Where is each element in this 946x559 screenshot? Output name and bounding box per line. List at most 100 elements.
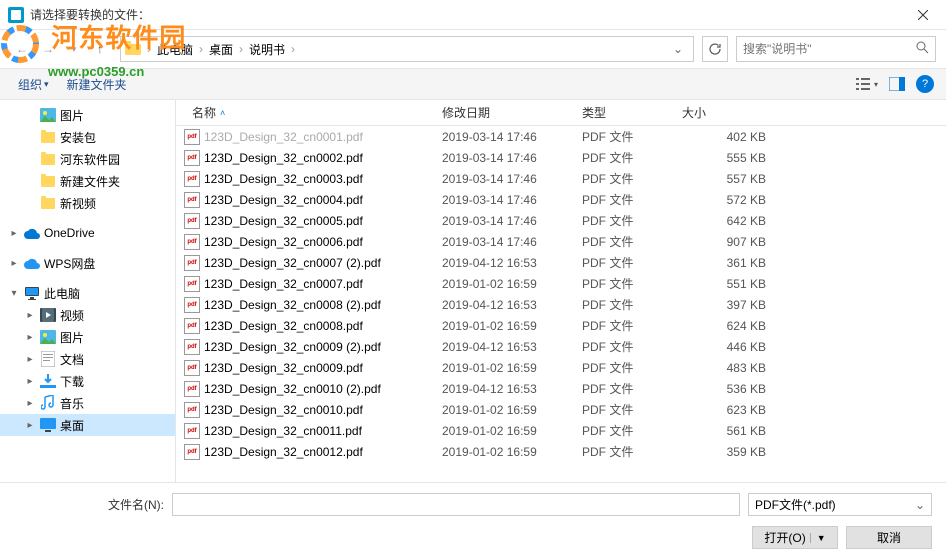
sidebar-item[interactable]: ▸OneDrive (0, 222, 175, 244)
open-button[interactable]: 打开(O)▼ (752, 526, 838, 549)
back-button[interactable]: ← (10, 37, 34, 61)
pdf-icon: pdf (184, 150, 200, 166)
sidebar-item[interactable]: ▾此电脑 (0, 282, 175, 304)
column-type[interactable]: 类型 (574, 104, 674, 121)
file-date: 2019-01-02 16:59 (434, 361, 574, 375)
file-date: 2019-01-02 16:59 (434, 403, 574, 417)
wps-icon (24, 255, 40, 271)
file-rows[interactable]: pdf123D_Design_32_cn0001.pdf2019-03-14 1… (176, 126, 946, 482)
file-row[interactable]: pdf123D_Design_32_cn0010 (2).pdf2019-04-… (176, 378, 946, 399)
file-row[interactable]: pdf123D_Design_32_cn0008 (2).pdf2019-04-… (176, 294, 946, 315)
onedrive-icon (24, 225, 40, 241)
pdf-icon: pdf (184, 297, 200, 313)
video-icon (40, 307, 56, 323)
file-row[interactable]: pdf123D_Design_32_cn0011.pdf2019-01-02 1… (176, 420, 946, 441)
sidebar-item[interactable]: 图片 (0, 104, 175, 126)
sidebar-item[interactable]: ▸下载 (0, 370, 175, 392)
history-dropdown[interactable]: ▾ (62, 37, 86, 61)
close-button[interactable] (900, 0, 946, 30)
pdf-icon: pdf (184, 423, 200, 439)
music-icon (40, 395, 56, 411)
file-row[interactable]: pdf123D_Design_32_cn0003.pdf2019-03-14 1… (176, 168, 946, 189)
pdf-icon: pdf (184, 171, 200, 187)
file-date: 2019-03-14 17:46 (434, 214, 574, 228)
file-name: 123D_Design_32_cn0010 (2).pdf (204, 382, 381, 396)
search-input[interactable] (743, 42, 916, 56)
sidebar-item[interactable]: ▸视频 (0, 304, 175, 326)
forward-button[interactable]: → (36, 37, 60, 61)
breadcrumb[interactable]: › 此电脑 › 桌面 › 说明书 › ⌄ (120, 36, 694, 62)
file-type: PDF 文件 (574, 317, 674, 334)
organize-menu[interactable]: 组织▾ (12, 72, 55, 97)
file-size: 361 KB (674, 256, 774, 270)
breadcrumb-item[interactable]: 此电脑 (153, 41, 197, 58)
sidebar-item[interactable]: 安装包 (0, 126, 175, 148)
file-size: 359 KB (674, 445, 774, 459)
preview-pane-button[interactable] (886, 73, 908, 95)
tree-label: OneDrive (44, 226, 95, 240)
sidebar-item[interactable]: 河东软件园 (0, 148, 175, 170)
tree-label: 新视频 (60, 195, 96, 212)
chevron-icon: ▸ (24, 376, 36, 387)
column-size[interactable]: 大小 (674, 104, 774, 121)
chevron-icon: ▸ (24, 420, 36, 431)
file-name: 123D_Design_32_cn0002.pdf (204, 151, 363, 165)
sidebar-item[interactable]: ▸WPS网盘 (0, 252, 175, 274)
pdf-icon: pdf (184, 318, 200, 334)
file-row[interactable]: pdf123D_Design_32_cn0009.pdf2019-01-02 1… (176, 357, 946, 378)
breadcrumb-item[interactable]: 桌面 (205, 41, 237, 58)
file-row[interactable]: pdf123D_Design_32_cn0006.pdf2019-03-14 1… (176, 231, 946, 252)
file-row[interactable]: pdf123D_Design_32_cn0008.pdf2019-01-02 1… (176, 315, 946, 336)
sidebar-item[interactable]: ▸桌面 (0, 414, 175, 436)
file-row[interactable]: pdf123D_Design_32_cn0007 (2).pdf2019-04-… (176, 252, 946, 273)
file-row[interactable]: pdf123D_Design_32_cn0012.pdf2019-01-02 1… (176, 441, 946, 462)
file-date: 2019-03-14 17:46 (434, 130, 574, 144)
file-name: 123D_Design_32_cn0007.pdf (204, 277, 363, 291)
chevron-down-icon: ▼ (810, 533, 826, 543)
search-icon[interactable] (916, 41, 929, 57)
file-name: 123D_Design_32_cn0005.pdf (204, 214, 363, 228)
file-row[interactable]: pdf123D_Design_32_cn0001.pdf2019-03-14 1… (176, 126, 946, 147)
sidebar[interactable]: 图片安装包河东软件园新建文件夹新视频▸OneDrive▸WPS网盘▾此电脑▸视频… (0, 100, 176, 482)
file-row[interactable]: pdf123D_Design_32_cn0005.pdf2019-03-14 1… (176, 210, 946, 231)
file-size: 551 KB (674, 277, 774, 291)
filename-input[interactable] (172, 493, 740, 516)
file-row[interactable]: pdf 123D_Design_32_cn0002.pdf 2019-03-14 1… (176, 147, 946, 168)
filename-label: 文件名(N): (108, 496, 164, 513)
file-filter-dropdown[interactable]: PDF文件(*.pdf) ⌄ (748, 493, 932, 516)
sidebar-item[interactable]: 新视频 (0, 192, 175, 214)
sidebar-item[interactable]: ▸文档 (0, 348, 175, 370)
chevron-right-icon: › (237, 42, 245, 56)
chevron-icon: ▾ (8, 288, 20, 299)
folder-icon (40, 173, 56, 189)
refresh-button[interactable] (702, 36, 728, 62)
file-date: 2019-03-14 17:46 (434, 151, 574, 165)
help-button[interactable]: ? (916, 75, 934, 93)
sidebar-item[interactable]: 新建文件夹 (0, 170, 175, 192)
chevron-icon: ▸ (24, 354, 36, 365)
file-size: 402 KB (674, 130, 774, 144)
new-folder-button[interactable]: 新建文件夹 (61, 72, 133, 97)
column-date[interactable]: 修改日期 (434, 104, 574, 121)
navbar: ← → ▾ ↑ › 此电脑 › 桌面 › 说明书 › ⌄ (0, 30, 946, 68)
breadcrumb-item[interactable]: 说明书 (245, 41, 289, 58)
breadcrumb-dropdown[interactable]: ⌄ (667, 42, 689, 56)
file-row[interactable]: pdf123D_Design_32_cn0004.pdf2019-03-14 1… (176, 189, 946, 210)
file-name: 123D_Design_32_cn0003.pdf (204, 172, 363, 186)
chevron-icon: ▸ (24, 332, 36, 343)
up-button[interactable]: ↑ (88, 37, 112, 61)
file-row[interactable]: pdf123D_Design_32_cn0010.pdf2019-01-02 1… (176, 399, 946, 420)
file-name: 123D_Design_32_cn0010.pdf (204, 403, 363, 417)
file-date: 2019-03-14 17:46 (434, 193, 574, 207)
pictures-icon (40, 107, 56, 123)
cancel-button[interactable]: 取消 (846, 526, 932, 549)
file-row[interactable]: pdf123D_Design_32_cn0007.pdf2019-01-02 1… (176, 273, 946, 294)
file-row[interactable]: pdf123D_Design_32_cn0009 (2).pdf2019-04-… (176, 336, 946, 357)
sidebar-item[interactable]: ▸图片 (0, 326, 175, 348)
sidebar-item[interactable]: ▸音乐 (0, 392, 175, 414)
search-box[interactable] (736, 36, 936, 62)
column-name[interactable]: 名称˄ (184, 104, 434, 121)
file-date: 2019-04-12 16:53 (434, 256, 574, 270)
view-options-button[interactable]: ▾ (856, 73, 878, 95)
file-size: 555 KB (674, 151, 774, 165)
